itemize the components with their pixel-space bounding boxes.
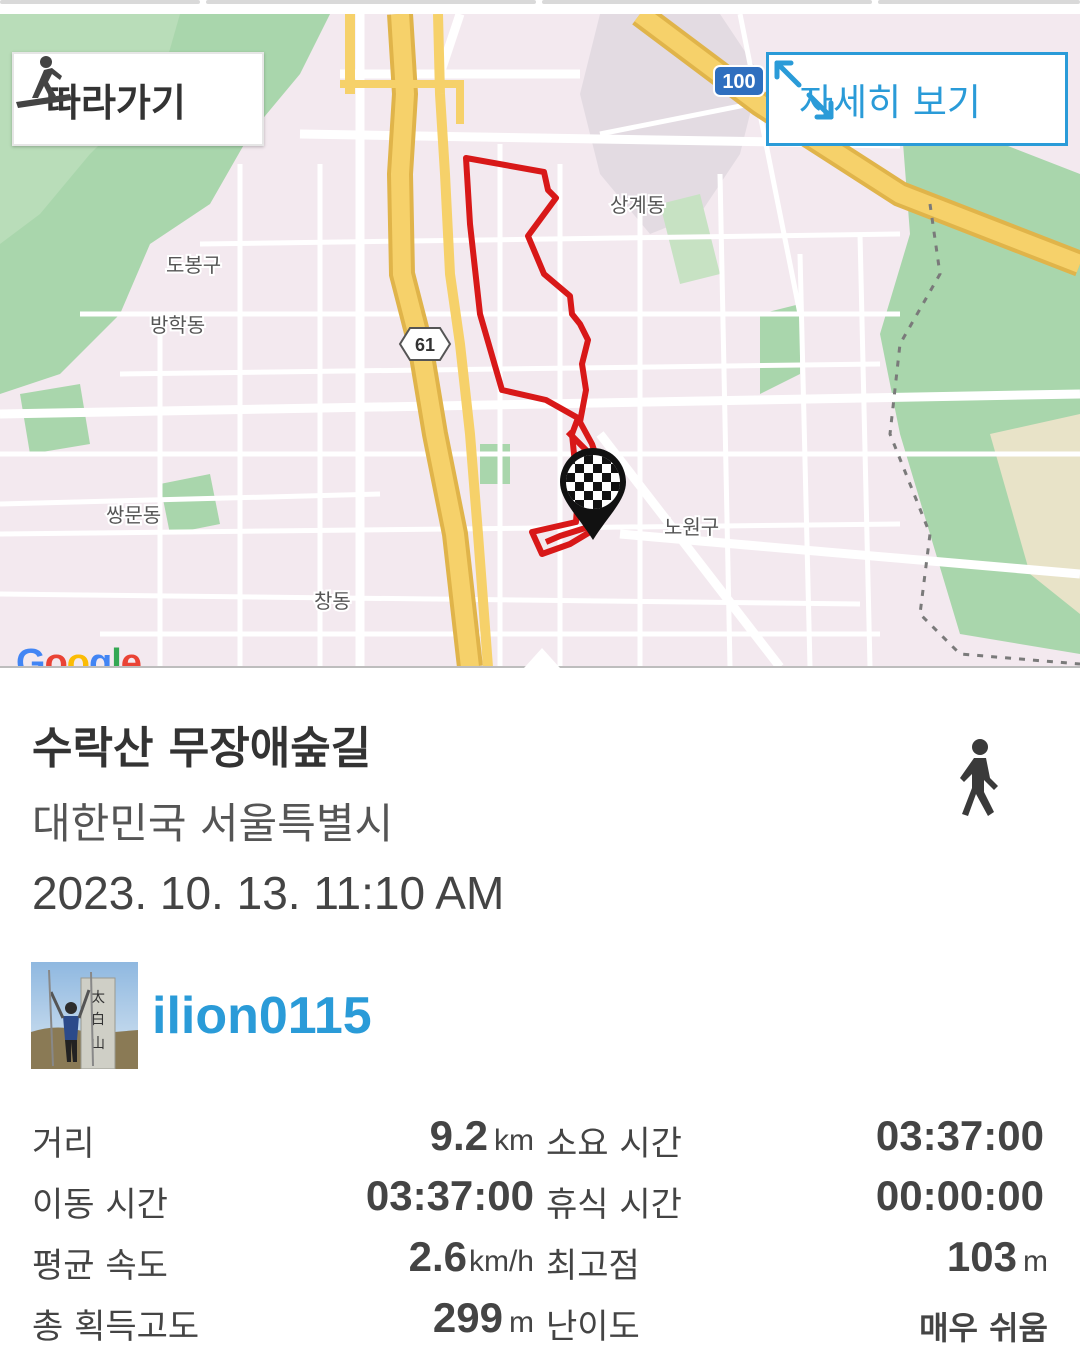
stat-value-rest-time: 00:00:00 [875,1172,1044,1219]
view-detail-button[interactable]: 자세히 보기 [766,52,1068,146]
stat-label-difficulty: 난이도 [546,1307,640,1347]
svg-text:61: 61 [415,335,435,355]
top-strip [0,0,1080,14]
park-area-small-2 [20,384,90,454]
top-segment [542,0,872,4]
stat-label-moving-time: 이동 시간 [32,1185,168,1225]
place-label: 방학동 [150,313,205,337]
stat-value-distance: 9.2 km [429,1112,534,1159]
stat-value-avg-speed: 2.6km/h [408,1233,534,1280]
stat-value-total-time: 03:37:00 [875,1112,1044,1159]
course-datetime: 2023. 10. 13. 11:10 AM [32,867,505,919]
walking-person-icon [950,738,1006,822]
follow-button[interactable]: 따라가기 [12,52,264,146]
top-segment [206,0,536,4]
svg-text:100: 100 [722,71,755,93]
map-pointer [524,648,560,668]
stat-label-distance: 거리 [32,1124,95,1164]
place-label: 상계동 [610,193,665,217]
top-segment [0,0,200,4]
top-segment [878,0,1080,4]
google-logo: Google [16,642,142,667]
highway-badge-100: 100 [713,65,765,97]
avatar[interactable]: 太 白 山 [31,962,138,1069]
profile-photo: 太 白 山 [31,962,138,1069]
place-label: 창동 [314,589,351,613]
course-title: 수락산 무장애숲길 [32,723,372,774]
park-area-small-1 [760,304,800,394]
stat-label-avg-speed: 평균 속도 [32,1246,168,1286]
stat-label-max-altitude: 최고점 [546,1246,640,1286]
stat-value-max-altitude: 103 m [946,1233,1048,1280]
username-link[interactable]: ilion0115 [152,986,372,1046]
svg-text:太: 太 [91,990,105,1006]
highway-badge-61: 61 [398,327,452,361]
route-map[interactable]: 100 61 상계동 도봉구 방학동 쌍문동 노원구 창동 따라가기 자세히 보… [0,14,1080,667]
place-label: 도봉구 [166,253,221,277]
stat-value-difficulty: 매우 쉬움 [919,1309,1048,1347]
place-label: 노원구 [664,515,719,539]
stat-label-rest-time: 휴식 시간 [546,1185,682,1225]
park-area-small-5 [480,444,510,484]
course-location: 대한민국 서울특별시 [32,799,394,848]
stat-label-elevation-gain: 총 획득고도 [32,1307,200,1347]
stat-value-moving-time: 03:37:00 [365,1172,534,1219]
stat-value-elevation-gain: 299 m [432,1294,534,1341]
place-label: 쌍문동 [106,503,161,527]
stat-label-total-time: 소요 시간 [546,1124,682,1164]
park-area-small-3 [160,474,220,534]
